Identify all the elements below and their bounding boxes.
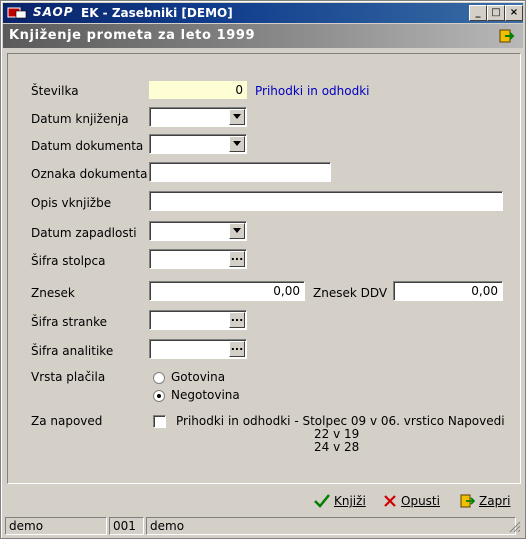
radio-gotovina[interactable] (153, 372, 165, 384)
status-bar: demo 001 demo (3, 517, 523, 536)
lookup-button[interactable]: ... (229, 251, 245, 267)
zapri-button[interactable]: Zapri (459, 490, 510, 512)
maximize-button[interactable]: □ (487, 5, 505, 21)
sifra-analitike-field[interactable]: ... (149, 339, 247, 359)
za-napoved-label: Za napoved (31, 414, 103, 428)
lookup-button[interactable]: ... (229, 341, 245, 357)
opis-vknjizbe-field[interactable] (149, 191, 503, 211)
status-user: demo (5, 517, 107, 535)
window-title: EK - Zasebniki [DEMO] (81, 6, 233, 20)
radio-negotovina-label: Negotovina (171, 388, 240, 402)
knjizi-label: Knjiži (334, 494, 366, 508)
chevron-down-icon[interactable] (229, 109, 245, 125)
vrsta-placila-label: Vrsta plačila (31, 370, 106, 384)
sifra-stolpca-label: Šifra stolpca (31, 254, 106, 268)
datum-zapadlosti-label: Datum zapadlosti (31, 226, 137, 240)
sifra-stranke-field[interactable]: ... (149, 310, 247, 330)
title-bar[interactable]: SAOP EK - Zasebniki [DEMO] _ □ × (3, 3, 523, 23)
za-napoved-line-1: Prihodki in odhodki - Stolpec 09 v 06. v… (176, 414, 505, 428)
status-code: 001 (109, 517, 144, 535)
opusti-label: Opusti (401, 494, 440, 508)
datum-knjizenja-label: Datum knjiženja (31, 112, 129, 126)
datum-zapadlosti-field[interactable] (149, 221, 247, 241)
oznaka-dokumenta-label: Oznaka dokumenta (31, 167, 148, 181)
stevilka-note: Prihodki in odhodki (255, 84, 370, 98)
resize-grip-icon[interactable] (509, 521, 521, 533)
lookup-button[interactable]: ... (229, 312, 245, 328)
datum-dokumenta-field[interactable] (149, 134, 247, 154)
za-napoved-line-2: 22 v 19 (314, 427, 360, 441)
sifra-stranke-label: Šifra stranke (31, 315, 108, 329)
opis-vknjizbe-label: Opis vknjižbe (31, 196, 112, 210)
form-title: Knjiženje prometa za leto 1999 (9, 28, 256, 43)
exit-door-icon[interactable] (497, 27, 515, 45)
radio-gotovina-label: Gotovina (171, 370, 226, 384)
form-header: Knjiženje prometa za leto 1999 (3, 24, 523, 48)
main-window: SAOP EK - Zasebniki [DEMO] _ □ × Knjižen… (0, 0, 526, 539)
sifra-stolpca-field[interactable]: ... (149, 249, 247, 269)
sifra-analitike-label: Šifra analitike (31, 344, 114, 358)
znesek-ddv-label: Znesek DDV (313, 286, 388, 300)
checkmark-icon (314, 494, 330, 508)
stevilka-value: 0 (235, 83, 243, 97)
status-company: demo (146, 517, 516, 535)
znesek-ddv-field[interactable]: 0,00 (393, 281, 503, 301)
znesek-ddv-value: 0,00 (471, 284, 498, 298)
app-icon (7, 7, 27, 19)
opusti-button[interactable]: Opusti (383, 490, 440, 512)
datum-knjizenja-field[interactable] (149, 107, 247, 127)
datum-dokumenta-label: Datum dokumenta (31, 139, 144, 153)
zapri-label: Zapri (479, 494, 511, 508)
stevilka-label: Številka (31, 84, 79, 98)
znesek-label: Znesek (31, 286, 75, 300)
znesek-value: 0,00 (273, 284, 300, 298)
za-napoved-line-3: 24 v 28 (314, 440, 360, 454)
close-door-icon (460, 494, 475, 508)
stevilka-field: 0 (149, 81, 247, 99)
chevron-down-icon[interactable] (229, 223, 245, 239)
minimize-button[interactable]: _ (469, 5, 487, 21)
chevron-down-icon[interactable] (229, 136, 245, 152)
knjizi-button[interactable]: Knjiži (314, 490, 366, 512)
close-button[interactable]: × (505, 5, 523, 21)
radio-negotovina[interactable] (153, 390, 165, 402)
za-napoved-checkbox[interactable] (153, 415, 166, 428)
brand-logo: SAOP (33, 5, 74, 19)
cancel-x-icon (384, 495, 396, 507)
znesek-field[interactable]: 0,00 (149, 281, 305, 301)
oznaka-dokumenta-field[interactable] (149, 162, 331, 182)
